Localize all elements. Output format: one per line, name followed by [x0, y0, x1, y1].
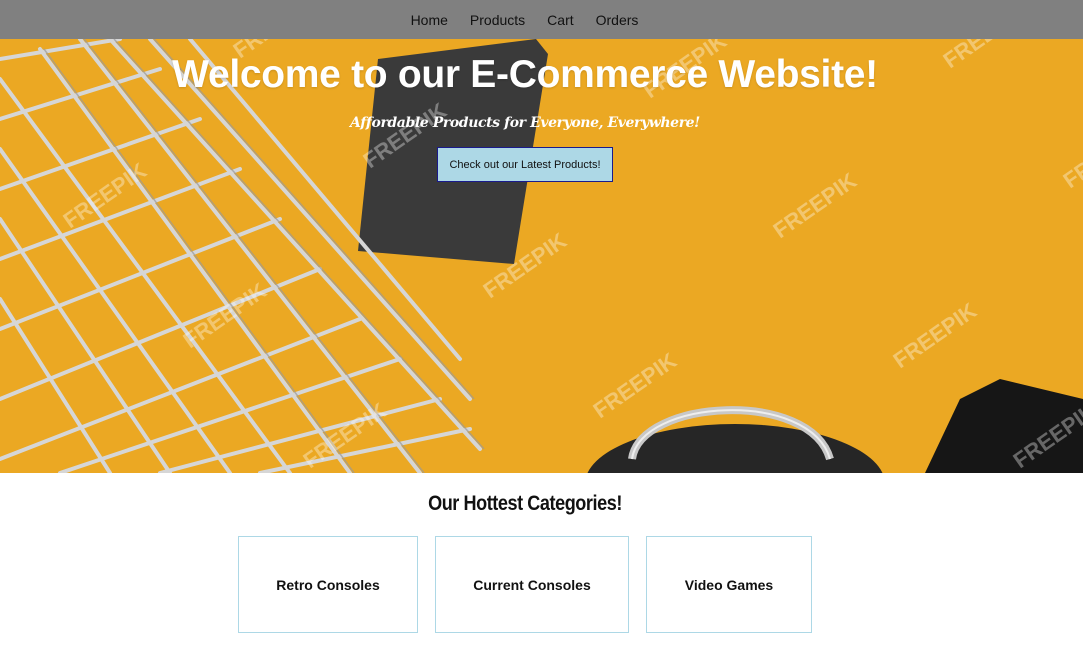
hero-title: Welcome to our E-Commerce Website!	[172, 53, 878, 96]
category-card-current-consoles[interactable]: Current Consoles	[435, 536, 629, 633]
watermark-text: FREEPIK	[889, 298, 982, 373]
watermark-text: FREEPIK	[1059, 118, 1083, 193]
nav-link-orders[interactable]: Orders	[585, 12, 650, 28]
top-navbar: Home Products Cart Orders	[0, 0, 1083, 39]
category-card-retro-consoles[interactable]: Retro Consoles	[238, 536, 418, 633]
nav-link-products[interactable]: Products	[459, 12, 536, 28]
watermark-text: FREEPIK	[589, 348, 682, 423]
category-label: Retro Consoles	[276, 576, 380, 593]
watermark-text: FREEPIK	[299, 398, 392, 473]
category-card-video-games[interactable]: Video Games	[646, 536, 812, 633]
category-label: Current Consoles	[473, 576, 591, 593]
nav-link-home[interactable]: Home	[400, 12, 459, 28]
clock-body-shape	[587, 424, 883, 473]
hero-banner: FREEPIK FREEPIK FREEPIK FREEPIK FREEPIK …	[0, 39, 1083, 473]
hero-background-image: FREEPIK FREEPIK FREEPIK FREEPIK FREEPIK …	[0, 39, 1083, 473]
latest-products-button[interactable]: Check out our Latest Products!	[437, 147, 613, 182]
categories-heading: Our Hottest Categories!	[428, 492, 622, 515]
category-label: Video Games	[684, 576, 774, 593]
nav-link-cart[interactable]: Cart	[536, 12, 584, 28]
hero-subtitle: Affordable Products for Everyone, Everyw…	[350, 115, 700, 131]
watermark-text: FREEPIK	[769, 168, 862, 243]
